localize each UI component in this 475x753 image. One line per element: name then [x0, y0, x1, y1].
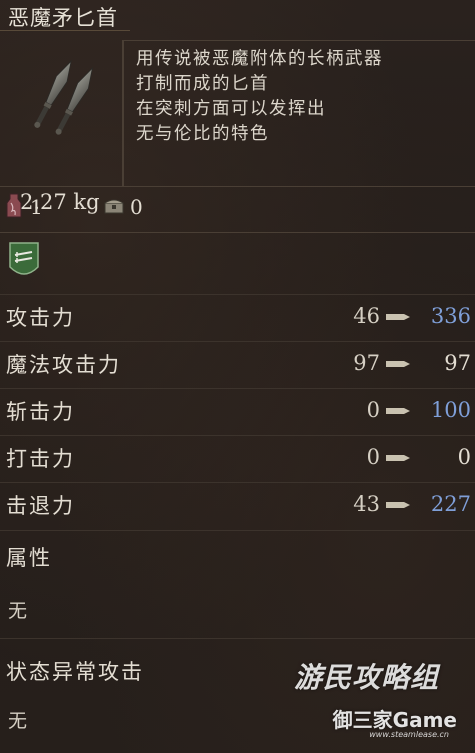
stat-base-value: 46 — [353, 304, 380, 328]
stat-row-attack: 攻击力 46 336 — [0, 294, 475, 342]
stat-label: 打击力 — [6, 447, 75, 471]
stat-row-knockdown: 击退力 43 227 — [0, 482, 475, 530]
storage-count: 0 — [130, 195, 143, 219]
divider — [0, 638, 475, 639]
stat-new-value: 97 — [444, 351, 471, 375]
stat-new-value: 336 — [430, 304, 471, 328]
watermark-logo: 御三家Game — [332, 708, 457, 732]
stat-base-value: 97 — [353, 351, 380, 375]
stat-new-value: 100 — [430, 398, 471, 422]
arrow-right-icon — [386, 314, 410, 320]
item-counts: 1 0 — [0, 186, 475, 232]
stat-label: 攻击力 — [6, 306, 75, 330]
item-description: 用传说被恶魔附体的长柄武器 打制而成的匕首 在突刺方面可以发挥出 无与伦比的特色 — [123, 40, 475, 187]
item-image-box: 2.27 kg — [0, 40, 123, 214]
status-attack-label: 状态异常攻击 — [6, 660, 144, 684]
watermark-url: www.steamlease.cn — [369, 730, 449, 739]
arrow-right-icon — [386, 455, 410, 461]
stat-label: 魔法攻击力 — [6, 353, 121, 377]
watermark-logo: 游民攻略组 — [293, 661, 439, 694]
stat-base-value: 0 — [366, 445, 380, 469]
element-value: 无 — [8, 600, 28, 622]
stat-new-value: 0 — [457, 445, 471, 469]
element-label: 属性 — [6, 546, 52, 570]
item-detail-panel: 恶魔矛匕首 2.27 kg 用传说被恶魔附体的长柄武器 打制而成的匕首 在突刺方… — [0, 0, 475, 753]
description-line: 在突刺方面可以发挥出 — [136, 99, 326, 119]
stat-base-value: 0 — [366, 398, 380, 422]
divider — [0, 530, 475, 531]
stat-base-value: 43 — [353, 492, 380, 516]
arrow-right-icon — [386, 502, 410, 508]
description-line: 打制而成的匕首 — [136, 74, 269, 94]
description-line: 无与伦比的特色 — [136, 124, 269, 144]
arrow-right-icon — [386, 361, 410, 367]
chest-icon — [104, 199, 124, 214]
owned-count: 1 — [30, 195, 43, 219]
stat-row-slash: 斩击力 0 100 — [0, 388, 475, 436]
status-attack-value: 无 — [8, 710, 28, 732]
stat-label: 击退力 — [6, 494, 75, 518]
arrow-right-icon — [386, 408, 410, 414]
dual-spear-daggers-icon — [34, 60, 94, 135]
stat-new-value: 227 — [430, 492, 471, 516]
flask-icon — [6, 193, 22, 218]
stat-label: 斩击力 — [6, 400, 75, 424]
stat-row-magic-attack: 魔法攻击力 97 97 — [0, 341, 475, 389]
stat-row-strike: 打击力 0 0 — [0, 435, 475, 483]
item-title: 恶魔矛匕首 — [8, 6, 118, 30]
dagger-weapon-type-badge-icon — [9, 242, 39, 275]
description-line: 用传说被恶魔附体的长柄武器 — [136, 49, 383, 69]
weapon-type-row — [0, 232, 475, 291]
